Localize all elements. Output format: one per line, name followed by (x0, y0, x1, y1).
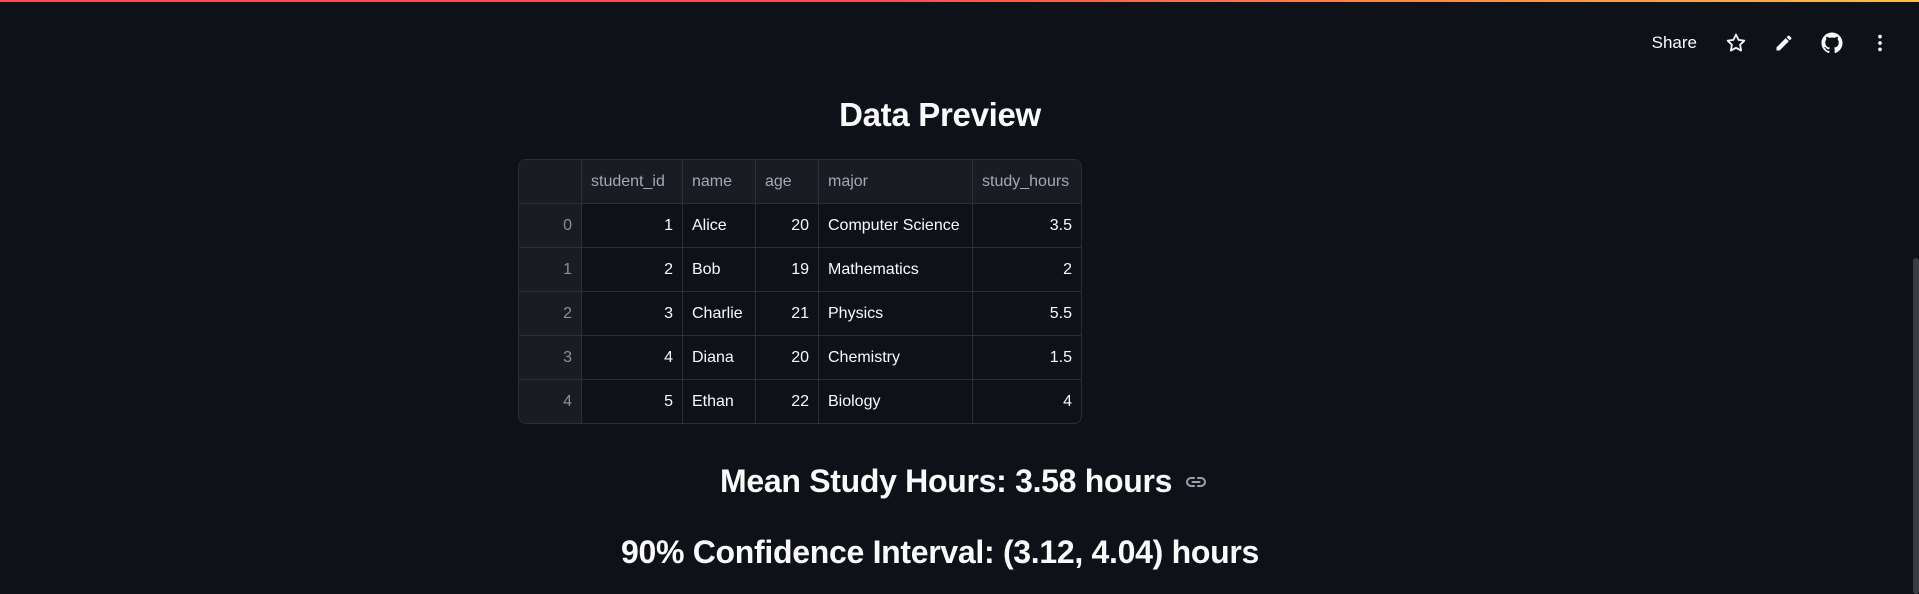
cell-major[interactable]: Chemistry (818, 335, 973, 380)
cell-major[interactable]: Computer Science (818, 203, 973, 248)
row-index: 2 (519, 291, 582, 336)
mean-study-hours-heading: Mean Study Hours: 3.58 hours (720, 463, 1208, 500)
row-index: 0 (519, 203, 582, 248)
star-icon[interactable] (1725, 32, 1747, 54)
app-header: Share (1650, 18, 1891, 68)
page-title: Data Preview (839, 96, 1041, 133)
cell-study-hours[interactable]: 5.5 (972, 291, 1081, 336)
row-index: 3 (519, 335, 582, 380)
more-vertical-icon[interactable] (1869, 32, 1891, 54)
table-row: 2 3 Charlie 21 Physics 5.5 (519, 291, 1081, 336)
cell-major[interactable]: Mathematics (818, 247, 973, 292)
table-header-row: student_id name age major study_hours (519, 160, 1081, 204)
cell-name[interactable]: Ethan (682, 379, 756, 423)
column-header-age[interactable]: age (755, 160, 819, 204)
cell-study-hours[interactable]: 1.5 (972, 335, 1081, 380)
cell-study-hours[interactable]: 2 (972, 247, 1081, 292)
github-icon[interactable] (1821, 32, 1843, 54)
cell-student-id[interactable]: 4 (581, 335, 683, 380)
column-header-name[interactable]: name (682, 160, 756, 204)
cell-age[interactable]: 21 (755, 291, 819, 336)
share-button[interactable]: Share (1650, 29, 1699, 57)
confidence-interval-heading: 90% Confidence Interval: (3.12, 4.04) ho… (621, 534, 1259, 570)
data-table[interactable]: student_id name age major study_hours 0 … (518, 159, 1082, 424)
cell-student-id[interactable]: 1 (581, 203, 683, 248)
cell-name[interactable]: Diana (682, 335, 756, 380)
cell-name[interactable]: Bob (682, 247, 756, 292)
cell-age[interactable]: 20 (755, 335, 819, 380)
cell-study-hours[interactable]: 3.5 (972, 203, 1081, 248)
cell-age[interactable]: 22 (755, 379, 819, 423)
cell-major[interactable]: Biology (818, 379, 973, 423)
cell-age[interactable]: 19 (755, 247, 819, 292)
top-accent-bar (0, 0, 1919, 2)
column-header-study-hours[interactable]: study_hours (972, 160, 1081, 204)
table-row: 3 4 Diana 20 Chemistry 1.5 (519, 335, 1081, 380)
cell-age[interactable]: 20 (755, 203, 819, 248)
table-row: 4 5 Ethan 22 Biology 4 (519, 379, 1082, 424)
column-header-index[interactable] (519, 160, 582, 204)
cell-student-id[interactable]: 5 (581, 379, 683, 423)
pencil-icon[interactable] (1773, 32, 1795, 54)
table-row: 0 1 Alice 20 Computer Science 3.5 (519, 203, 1081, 248)
cell-student-id[interactable]: 2 (581, 247, 683, 292)
cell-student-id[interactable]: 3 (581, 291, 683, 336)
cell-major[interactable]: Physics (818, 291, 973, 336)
cell-name[interactable]: Alice (682, 203, 756, 248)
column-header-student-id[interactable]: student_id (581, 160, 683, 204)
row-index: 4 (519, 379, 582, 423)
table-row: 1 2 Bob 19 Mathematics 2 (519, 247, 1081, 292)
cell-name[interactable]: Charlie (682, 291, 756, 336)
scrollbar[interactable] (1913, 258, 1919, 594)
row-index: 1 (519, 247, 582, 292)
column-header-major[interactable]: major (818, 160, 973, 204)
link-icon[interactable] (1184, 470, 1208, 494)
cell-study-hours[interactable]: 4 (973, 380, 1082, 424)
mean-study-hours-text: Mean Study Hours: 3.58 hours (720, 463, 1173, 499)
